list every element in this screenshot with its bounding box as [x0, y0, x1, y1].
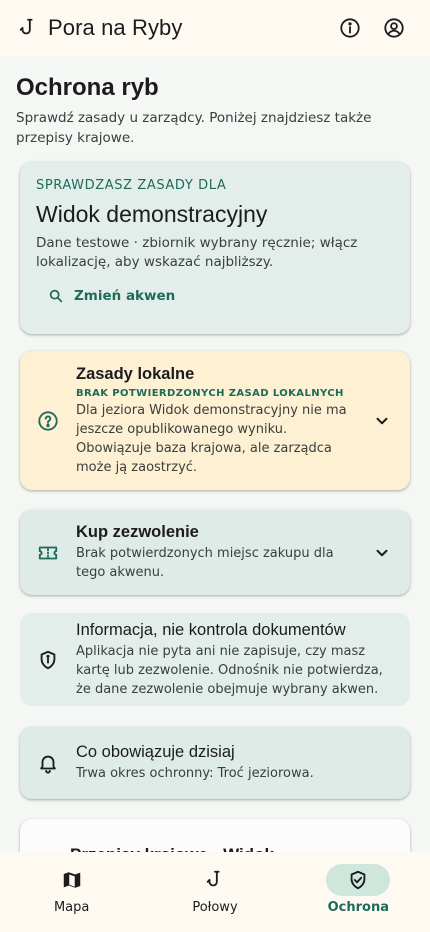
page-title: Ochrona ryb — [16, 74, 159, 101]
bell-icon — [36, 751, 60, 775]
nav-item-protection[interactable]: Ochrona — [287, 852, 430, 932]
help-circle-icon — [36, 409, 60, 433]
chevron-down-icon[interactable] — [370, 409, 394, 433]
nav-item-map[interactable]: Mapa — [0, 852, 143, 932]
info-notice-text: Aplikacja nie pyta ani nie zapisuje, czy… — [76, 643, 383, 697]
buy-permit-title: Kup zezwolenie — [76, 523, 199, 541]
today-rules-text: Trwa okres ochronny: Troć jeziorowa. — [76, 766, 314, 781]
info-notice-title: Informacja, nie kontrola dokumentów — [76, 620, 346, 639]
buy-permit-card[interactable]: Kup zezwolenie Brak potwierdzonych miejs… — [20, 510, 410, 595]
nav-label-map: Mapa — [53, 900, 90, 915]
shield-check-icon — [326, 864, 391, 896]
current-water-overline: SPRAWDZASZ ZASADY DLA — [36, 178, 227, 193]
nav-item-catches[interactable]: Połowy — [143, 852, 286, 932]
change-water-label: Zmień akwen — [74, 288, 176, 304]
top-app-bar: Pora na Ryby — [0, 0, 430, 56]
app-title: Pora na Ryby — [48, 15, 183, 40]
shield-icon — [36, 648, 60, 672]
today-rules-title: Co obowiązuje dzisiaj — [76, 743, 235, 761]
local-rules-status: BRAK POTWIERDZONYCH ZASAD LOKALNYCH — [76, 387, 344, 399]
buy-permit-text: Brak potwierdzonych miejsc zakupu dla te… — [76, 546, 334, 580]
info-notice-card: Informacja, nie kontrola dokumentów Apli… — [20, 613, 410, 706]
change-water-button[interactable]: Zmień akwen — [36, 284, 187, 308]
page-subtitle: Sprawdź zasady u zarządcy. Poniżej znajd… — [16, 110, 372, 146]
nav-label-catches: Połowy — [192, 900, 238, 915]
search-icon — [49, 289, 63, 303]
current-water-card: SPRAWDZASZ ZASADY DLA Widok demonstracyj… — [20, 162, 410, 334]
current-water-description: Dane testowe · zbiornik wybrany ręcznie;… — [36, 235, 358, 270]
local-rules-text: Dla jeziora Widok demonstracyjny nie ma … — [76, 402, 347, 475]
ticket-icon — [36, 541, 60, 565]
current-water-name: Widok demonstracyjny — [36, 201, 268, 227]
today-rules-card: Co obowiązuje dzisiaj Trwa okres ochronn… — [20, 727, 410, 799]
bottom-navigation: Mapa Połowy Ochrona — [0, 852, 430, 932]
map-icon — [40, 864, 104, 896]
local-rules-card[interactable]: Zasady lokalne BRAK POTWIERDZONYCH ZASAD… — [20, 351, 410, 490]
account-icon[interactable] — [374, 8, 414, 48]
local-rules-title: Zasady lokalne — [76, 364, 195, 383]
hook-icon — [16, 16, 40, 40]
info-icon[interactable] — [330, 8, 370, 48]
hook-icon — [183, 864, 247, 896]
chevron-down-icon[interactable] — [370, 541, 394, 565]
nav-label-protection: Ochrona — [327, 900, 390, 915]
